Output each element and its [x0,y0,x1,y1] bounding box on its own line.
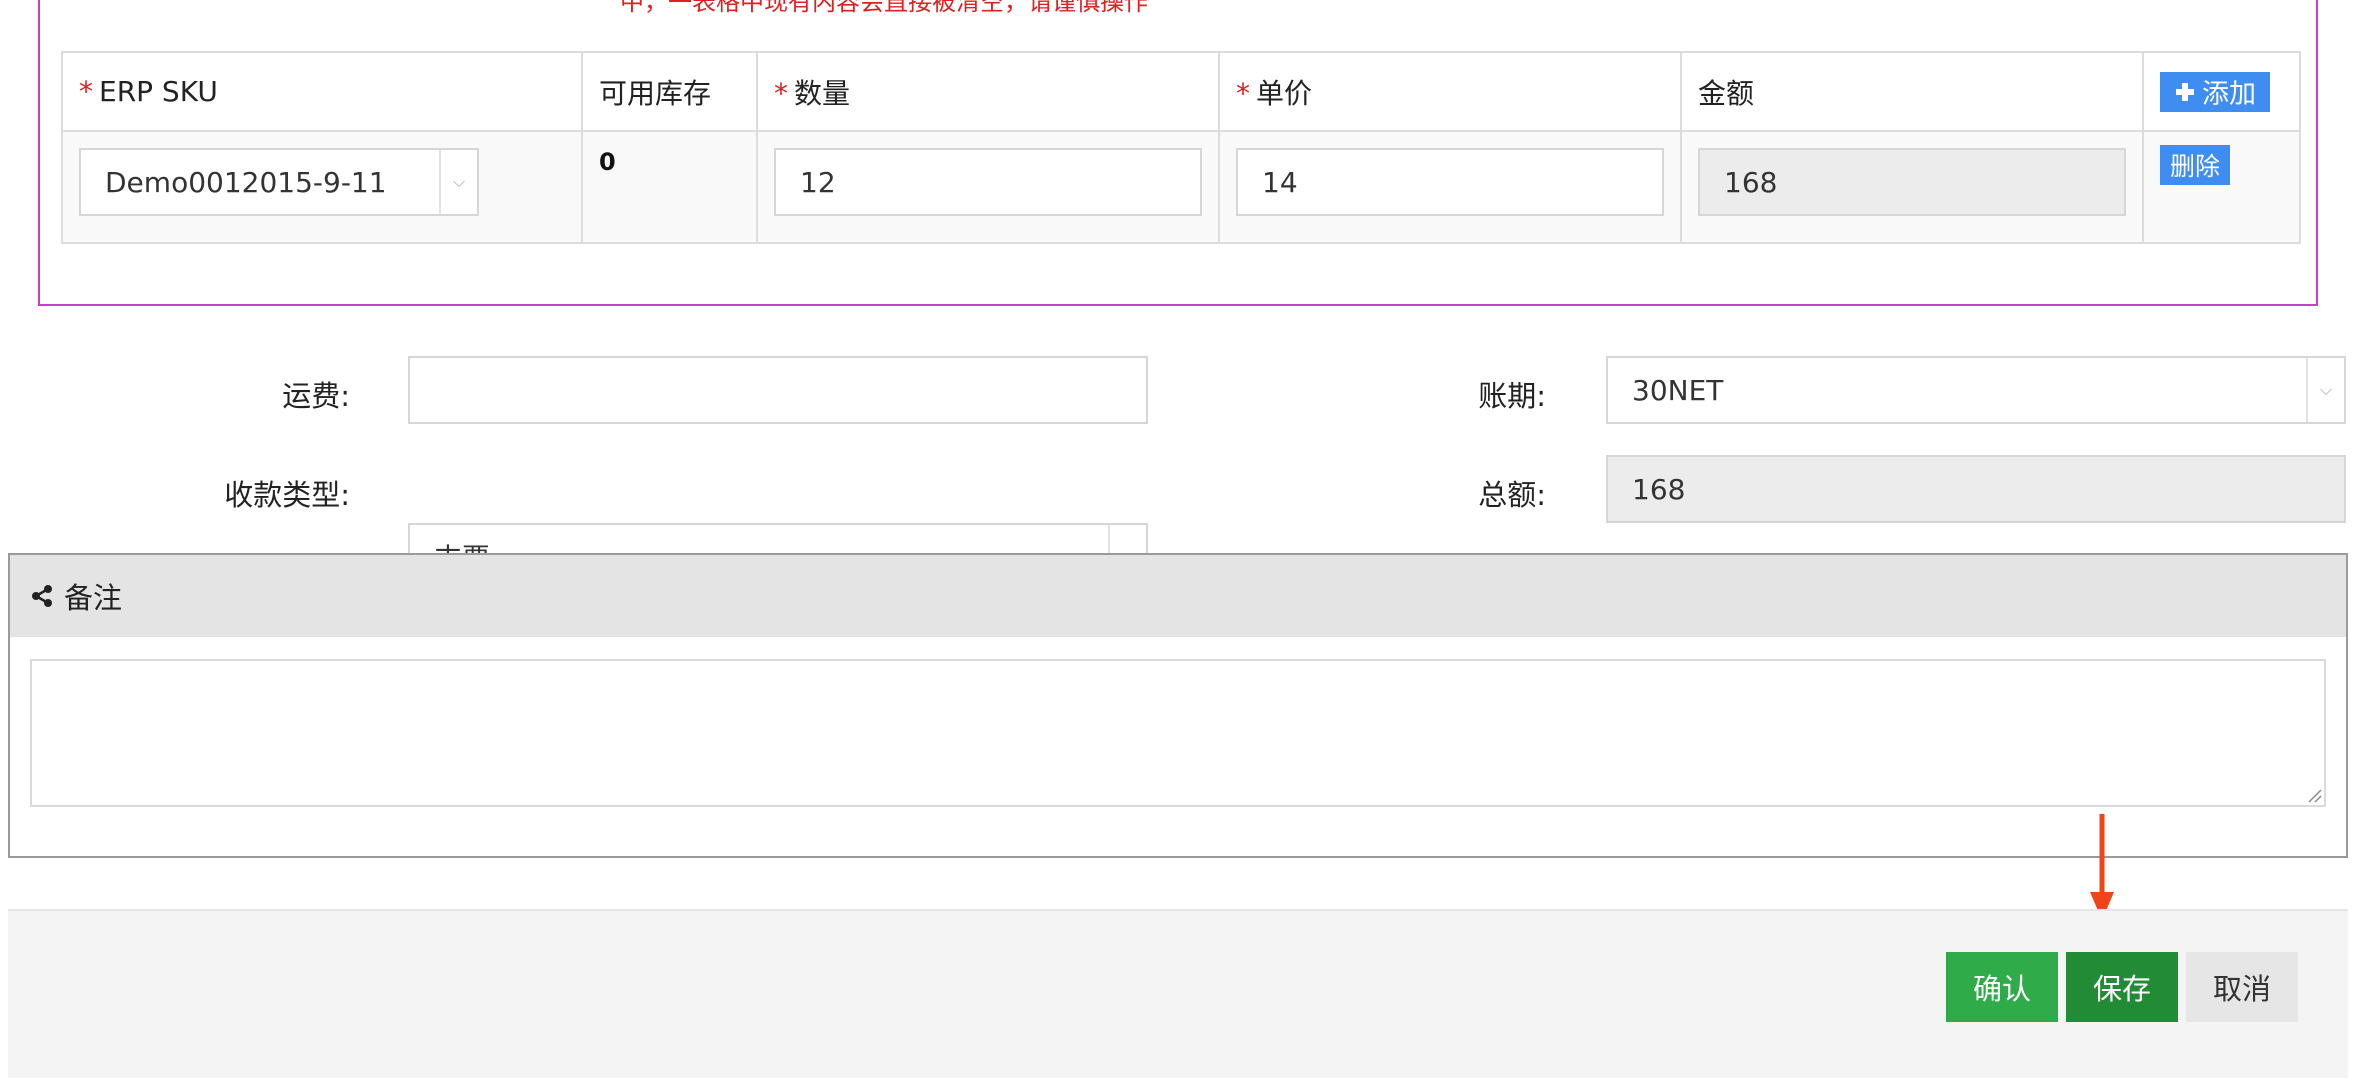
cell-unit-price: 14 [1218,130,1682,244]
header-available-stock: 可用库存 [581,51,758,132]
resize-handle-icon[interactable] [2306,787,2322,803]
cell-available-stock: 0 [581,130,758,244]
chevron-down-icon: ⌵ [439,150,477,214]
remark-textarea[interactable] [30,659,2326,807]
header-actions: 添加 [2142,51,2301,132]
remark-header: 备注 [10,555,2346,637]
add-row-button[interactable]: 添加 [2160,71,2270,112]
payment-term-select[interactable]: 30NET ⌵ [1606,356,2346,424]
delete-row-button[interactable]: 删除 [2160,145,2231,185]
header-unit-price: * 单价 [1218,51,1682,132]
warning-text: 中，一表格中现有内容会直接被清空，请谨慎操作 [620,0,1148,16]
plus-icon [2176,82,2194,101]
cell-actions: 删除 [2142,130,2301,244]
header-amount: 金额 [1680,51,2144,132]
cell-quantity: 12 [756,130,1220,244]
confirm-button[interactable]: 确认 [1946,952,2058,1022]
quantity-input[interactable]: 12 [774,148,1202,216]
amount-field: 168 [1698,148,2126,216]
erp-sku-select[interactable]: Demo0012015-9-11 ⌵ [79,148,479,216]
sku-table: * ERP SKU 可用库存 * 数量 * 单价 金额 添加 Demo0012015-… [61,51,2301,244]
available-stock-value: 0 [599,148,616,176]
shipping-label: 运费: [282,379,350,413]
header-quantity: * 数量 [756,51,1220,132]
save-button[interactable]: 保存 [2066,952,2178,1022]
total-field: 168 [1606,455,2346,523]
chevron-down-icon: ⌵ [2306,358,2344,422]
table-row: Demo0012015-9-11 ⌵ 0 12 14 168 删除 [61,130,2301,244]
remark-panel: 备注 [8,553,2348,858]
remark-title: 备注 [64,581,123,615]
payment-term-label: 账期: [1478,379,1546,413]
sku-table-header: * ERP SKU 可用库存 * 数量 * 单价 金额 添加 [61,51,2301,132]
shipping-input[interactable] [408,356,1148,424]
cell-erp-sku: Demo0012015-9-11 ⌵ [61,130,583,244]
arrow-down-icon [2090,814,2114,920]
share-icon [32,585,52,607]
header-erp-sku: * ERP SKU [61,51,583,132]
cancel-button[interactable]: 取消 [2186,952,2298,1022]
total-label: 总额: [1478,478,1546,512]
unit-price-input[interactable]: 14 [1236,148,1664,216]
payment-type-label: 收款类型: [224,478,350,512]
cell-amount: 168 [1680,130,2144,244]
